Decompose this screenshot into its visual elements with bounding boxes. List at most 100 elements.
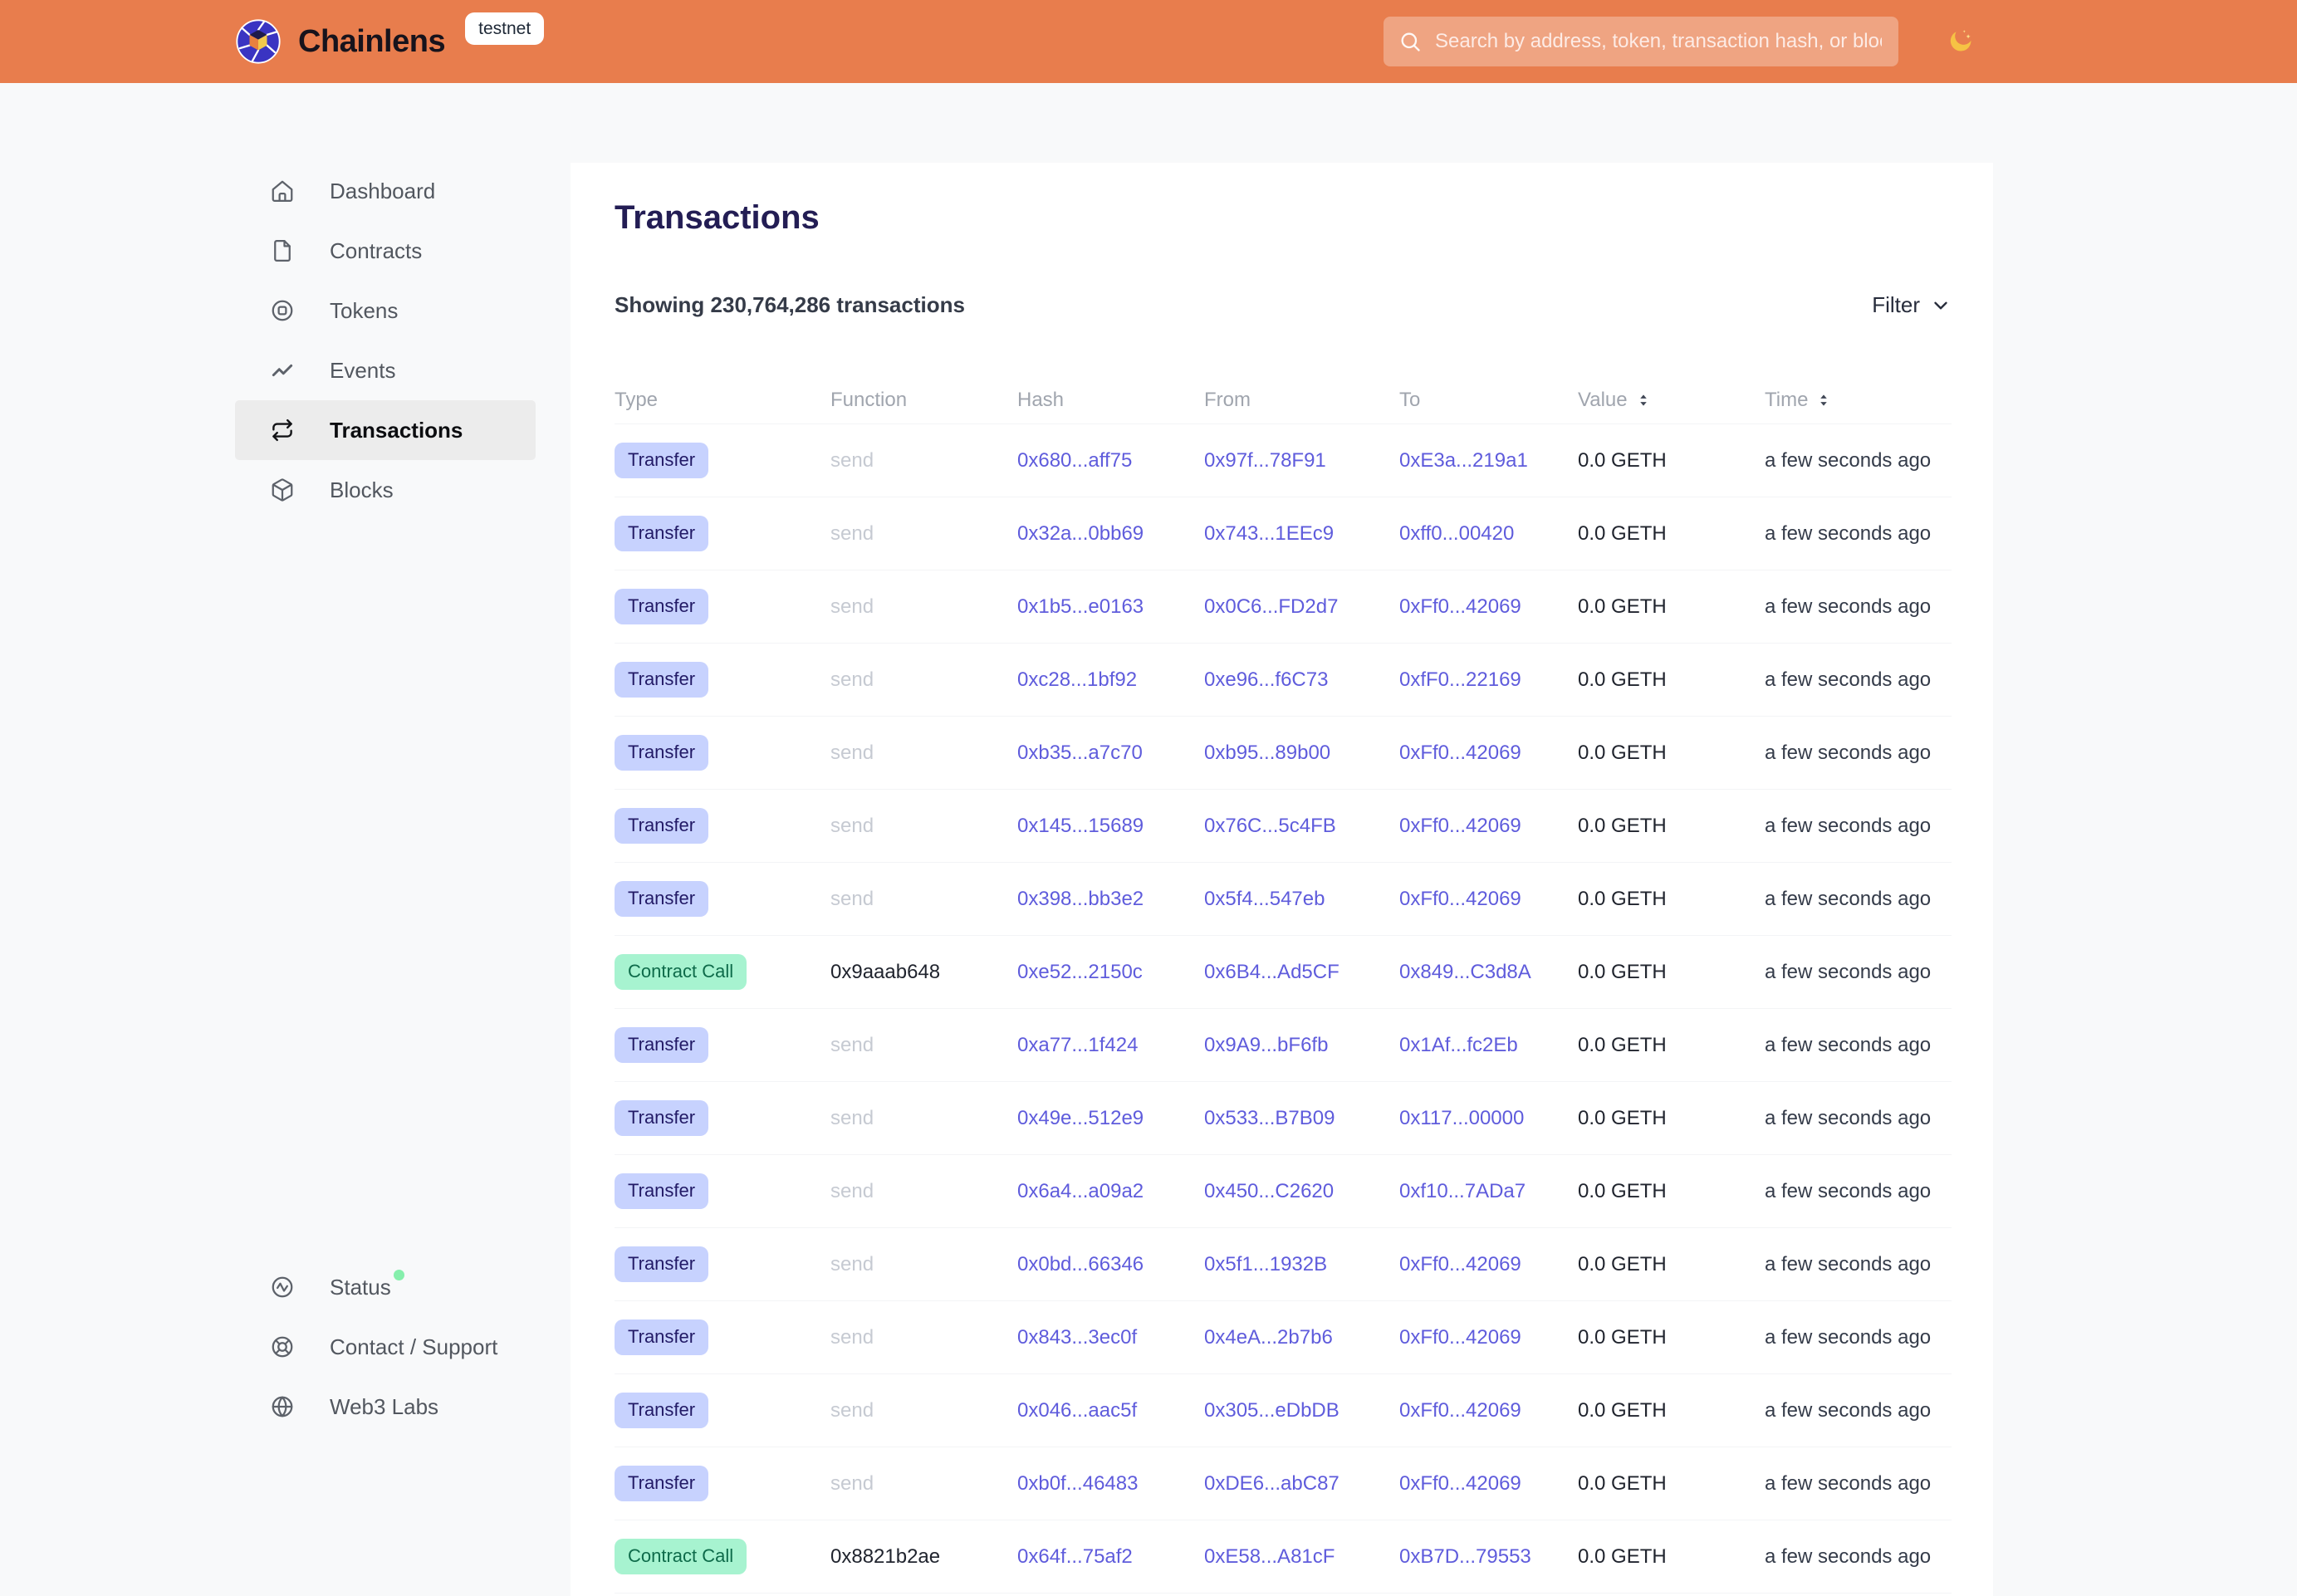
table-row: Transfersend0x046...aac5f0x305...eDbDB0x… <box>615 1374 1952 1447</box>
column-header-from: From <box>1204 389 1399 412</box>
from-address-link[interactable]: 0xDE6...abC87 <box>1204 1472 1340 1495</box>
column-header-value: Value <box>1578 389 1765 412</box>
sidebar-item-blocks[interactable]: Blocks <box>235 460 536 520</box>
to-address-link[interactable]: 0x117...00000 <box>1399 1107 1524 1129</box>
repeat-icon <box>270 418 295 443</box>
type-badge: Transfer <box>615 1100 708 1135</box>
from-address-link[interactable]: 0x533...B7B09 <box>1204 1107 1335 1129</box>
from-address-link[interactable]: 0x743...1EEc9 <box>1204 522 1334 545</box>
sidebar-item-tokens[interactable]: Tokens <box>235 281 536 340</box>
table-header-row: TypeFunctionHashFromToValueTime <box>615 376 1952 424</box>
type-badge: Transfer <box>615 1173 708 1208</box>
column-header-function: Function <box>830 389 1017 412</box>
from-address-link[interactable]: 0x0C6...FD2d7 <box>1204 595 1338 618</box>
tx-hash-link[interactable]: 0x64f...75af2 <box>1017 1545 1133 1568</box>
tx-hash-link[interactable]: 0x145...15689 <box>1017 815 1144 837</box>
sort-icon-value[interactable] <box>1635 392 1652 409</box>
from-address-link[interactable]: 0x9A9...bF6fb <box>1204 1034 1328 1056</box>
sidebar-item-dashboard[interactable]: Dashboard <box>235 161 536 221</box>
tx-time: a few seconds ago <box>1765 1399 1931 1422</box>
function-label: 0x9aaab648 <box>830 961 940 983</box>
to-address-link[interactable]: 0xFf0...42069 <box>1399 1472 1521 1495</box>
to-address-link[interactable]: 0x849...C3d8A <box>1399 961 1531 983</box>
tx-hash-link[interactable]: 0x680...aff75 <box>1017 449 1132 472</box>
table-row: Transfersend0xb0f...464830xDE6...abC870x… <box>615 1447 1952 1520</box>
tx-hash-link[interactable]: 0x398...bb3e2 <box>1017 888 1144 910</box>
tx-value: 0.0 GETH <box>1578 961 1667 983</box>
from-address-link[interactable]: 0x5f4...547eb <box>1204 888 1325 910</box>
sidebar-item-events[interactable]: Events <box>235 340 536 400</box>
tx-hash-link[interactable]: 0xe52...2150c <box>1017 961 1143 983</box>
search-input[interactable] <box>1433 29 1883 54</box>
table-row: Transfersend0x145...156890x76C...5c4FB0x… <box>615 790 1952 863</box>
to-address-link[interactable]: 0xFf0...42069 <box>1399 888 1521 910</box>
table-row: Transfersend0x680...aff750x97f...78F910x… <box>615 424 1952 497</box>
to-address-link[interactable]: 0xff0...00420 <box>1399 522 1514 545</box>
to-address-link[interactable]: 0xFf0...42069 <box>1399 742 1521 764</box>
sort-icon-time[interactable] <box>1815 392 1832 409</box>
to-address-link[interactable]: 0xFf0...42069 <box>1399 815 1521 837</box>
tx-hash-link[interactable]: 0x046...aac5f <box>1017 1399 1137 1422</box>
to-address-link[interactable]: 0xf10...7ADa7 <box>1399 1180 1526 1202</box>
tx-time: a few seconds ago <box>1765 1034 1931 1056</box>
table-row: Contract Call0x9aaab6480xe52...2150c0x6B… <box>615 936 1952 1009</box>
function-label: send <box>830 1399 874 1422</box>
from-address-link[interactable]: 0x97f...78F91 <box>1204 449 1326 472</box>
filter-button[interactable]: Filter <box>1872 292 1952 318</box>
table-row: Transfersend0x32a...0bb690x743...1EEc90x… <box>615 497 1952 570</box>
type-badge: Transfer <box>615 808 708 843</box>
table-row: Contract Call0x8821b2ae0x64f...75af20xE5… <box>615 1520 1952 1594</box>
type-badge: Transfer <box>615 1246 708 1281</box>
to-address-link[interactable]: 0xFf0...42069 <box>1399 1326 1521 1349</box>
to-address-link[interactable]: 0x1Af...fc2Eb <box>1399 1034 1518 1056</box>
to-address-link[interactable]: 0xE3a...219a1 <box>1399 449 1528 472</box>
tx-hash-link[interactable]: 0xa77...1f424 <box>1017 1034 1138 1056</box>
activity-icon <box>270 1275 295 1300</box>
from-address-link[interactable]: 0x450...C2620 <box>1204 1180 1334 1202</box>
tx-hash-link[interactable]: 0x0bd...66346 <box>1017 1253 1144 1275</box>
function-label: send <box>830 1107 874 1129</box>
sidebar-item-transactions[interactable]: Transactions <box>235 400 536 460</box>
tx-time: a few seconds ago <box>1765 961 1931 983</box>
sidebar-item-web3-labs[interactable]: Web3 Labs <box>235 1377 536 1437</box>
tx-value: 0.0 GETH <box>1578 1326 1667 1349</box>
tx-hash-link[interactable]: 0xb35...a7c70 <box>1017 742 1143 764</box>
from-address-link[interactable]: 0x6B4...Ad5CF <box>1204 961 1340 983</box>
from-address-link[interactable]: 0x305...eDbDB <box>1204 1399 1340 1422</box>
file-icon <box>270 238 295 263</box>
brand-name: Chainlens <box>298 24 445 60</box>
sidebar-item-contact-support[interactable]: Contact / Support <box>235 1317 536 1377</box>
tx-time: a few seconds ago <box>1765 1545 1931 1568</box>
tx-value: 0.0 GETH <box>1578 1399 1667 1422</box>
sidebar-item-status[interactable]: Status <box>235 1257 536 1317</box>
from-address-link[interactable]: 0xE58...A81cF <box>1204 1545 1335 1568</box>
from-address-link[interactable]: 0x5f1...1932B <box>1204 1253 1327 1275</box>
tx-hash-link[interactable]: 0x6a4...a09a2 <box>1017 1180 1144 1202</box>
sidebar-item-label: Status <box>330 1275 391 1300</box>
to-address-link[interactable]: 0xFf0...42069 <box>1399 1253 1521 1275</box>
column-header-hash: Hash <box>1017 389 1204 412</box>
tx-hash-link[interactable]: 0x32a...0bb69 <box>1017 522 1144 545</box>
from-address-link[interactable]: 0xe96...f6C73 <box>1204 668 1328 691</box>
from-address-link[interactable]: 0xb95...89b00 <box>1204 742 1330 764</box>
transactions-count: Showing 230,764,286 transactions <box>615 292 965 318</box>
to-address-link[interactable]: 0xfF0...22169 <box>1399 668 1521 691</box>
tx-hash-link[interactable]: 0xb0f...46483 <box>1017 1472 1138 1495</box>
column-header-label: Hash <box>1017 389 1064 412</box>
tx-hash-link[interactable]: 0xc28...1bf92 <box>1017 668 1137 691</box>
tx-time: a few seconds ago <box>1765 815 1931 837</box>
to-address-link[interactable]: 0xFf0...42069 <box>1399 595 1521 618</box>
from-address-link[interactable]: 0x4eA...2b7b6 <box>1204 1326 1333 1349</box>
to-address-link[interactable]: 0xB7D...79553 <box>1399 1545 1531 1568</box>
tx-hash-link[interactable]: 0x843...3ec0f <box>1017 1326 1137 1349</box>
to-address-link[interactable]: 0xFf0...42069 <box>1399 1399 1521 1422</box>
sidebar-item-contracts[interactable]: Contracts <box>235 221 536 281</box>
column-header-label: Value <box>1578 389 1628 412</box>
tx-hash-link[interactable]: 0x1b5...e0163 <box>1017 595 1144 618</box>
brand[interactable]: Chainlens testnet <box>235 18 544 65</box>
from-address-link[interactable]: 0x76C...5c4FB <box>1204 815 1336 837</box>
tx-value: 0.0 GETH <box>1578 1180 1667 1202</box>
tx-hash-link[interactable]: 0x49e...512e9 <box>1017 1107 1144 1129</box>
tokens-icon <box>270 298 295 323</box>
theme-toggle-button[interactable] <box>1947 27 1976 56</box>
